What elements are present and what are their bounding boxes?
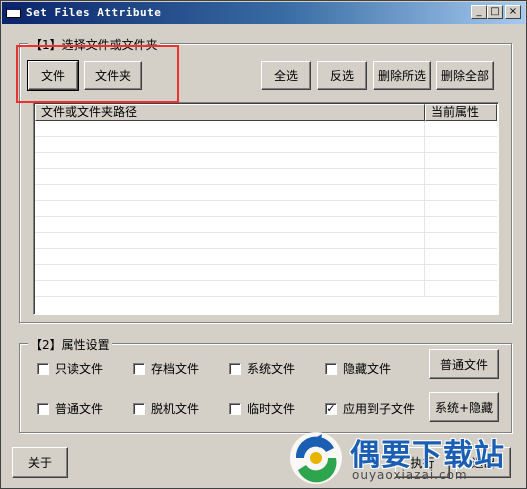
list-item[interactable] (35, 169, 497, 185)
window-title: Set Files Attribute (26, 6, 162, 19)
close-button[interactable]: × (505, 5, 521, 19)
minimize-button[interactable]: _ (471, 5, 487, 19)
list-item[interactable] (35, 153, 497, 169)
system-hidden-button[interactable]: 系统+隐藏 (429, 392, 499, 422)
checkbox-label: 脱机文件 (151, 402, 200, 416)
list-item[interactable] (35, 121, 497, 137)
list-item[interactable] (35, 137, 497, 153)
file-list-rows (35, 121, 497, 313)
checkbox-label: 应用到子文件 (343, 402, 416, 416)
file-list-header: 文件或文件夹路径 当前属性 (35, 104, 497, 121)
readonly-checkbox[interactable]: 只读文件 (37, 360, 103, 377)
checkbox-box (325, 362, 337, 375)
normal-checkbox[interactable]: 普通文件 (37, 400, 103, 417)
maximize-button[interactable]: □ (487, 5, 503, 19)
site-watermark: 偶要下载站 ouyaoxiazai.com (286, 426, 521, 486)
checkbox-box (37, 402, 49, 415)
delete-selected-button[interactable]: 删除所选 (373, 61, 431, 90)
column-header-path[interactable]: 文件或文件夹路径 (35, 104, 425, 121)
normal-file-button[interactable]: 普通文件 (429, 349, 499, 379)
temporary-checkbox[interactable]: 临时文件 (229, 400, 295, 417)
hidden-checkbox[interactable]: 隐藏文件 (325, 360, 391, 377)
checkbox-box (133, 402, 145, 415)
title-bar[interactable]: Set Files Attribute _ □ × (2, 2, 525, 24)
checkbox-label: 只读文件 (55, 362, 104, 376)
watermark-logo-icon (290, 432, 342, 484)
apply-to-subfiles-checkbox[interactable]: ✓ 应用到子文件 (325, 400, 415, 417)
archive-checkbox[interactable]: 存档文件 (133, 360, 199, 377)
system-checkbox[interactable]: 系统文件 (229, 360, 295, 377)
file-list[interactable]: 文件或文件夹路径 当前属性 (33, 102, 499, 315)
file-selection-group-label: 【1】选择文件或文件夹 (28, 36, 160, 53)
list-item[interactable] (35, 233, 497, 249)
list-item[interactable] (35, 249, 497, 265)
add-folder-button[interactable]: 文件夹 (84, 61, 142, 90)
checkbox-box (229, 402, 241, 415)
list-item[interactable] (35, 281, 497, 297)
checkbox-box (229, 362, 241, 375)
checkbox-box (37, 362, 49, 375)
list-item[interactable] (35, 185, 497, 201)
delete-all-button[interactable]: 删除全部 (436, 61, 494, 90)
invert-selection-button[interactable]: 反选 (317, 61, 367, 90)
checkbox-label: 临时文件 (247, 402, 296, 416)
checkbox-box (133, 362, 145, 375)
checkbox-label: 系统文件 (247, 362, 296, 376)
offline-checkbox[interactable]: 脱机文件 (133, 400, 199, 417)
checkbox-label: 普通文件 (55, 402, 104, 416)
about-button[interactable]: 关于 (12, 447, 68, 478)
add-file-button[interactable]: 文件 (27, 60, 79, 91)
list-item[interactable] (35, 265, 497, 281)
app-window: Set Files Attribute _ □ × 【1】选择文件或文件夹 文件… (0, 0, 527, 489)
checkbox-label: 隐藏文件 (343, 362, 392, 376)
list-item[interactable] (35, 201, 497, 217)
select-all-button[interactable]: 全选 (261, 61, 311, 90)
app-window-icon (6, 7, 21, 18)
checkmark-icon: ✓ (325, 401, 337, 415)
attribute-settings-group-label: 【2】属性设置 (28, 336, 112, 353)
checkbox-label: 存档文件 (151, 362, 200, 376)
column-header-attributes[interactable]: 当前属性 (425, 104, 497, 121)
list-item[interactable] (35, 217, 497, 233)
watermark-url: ouyaoxiazai.com (352, 468, 468, 482)
